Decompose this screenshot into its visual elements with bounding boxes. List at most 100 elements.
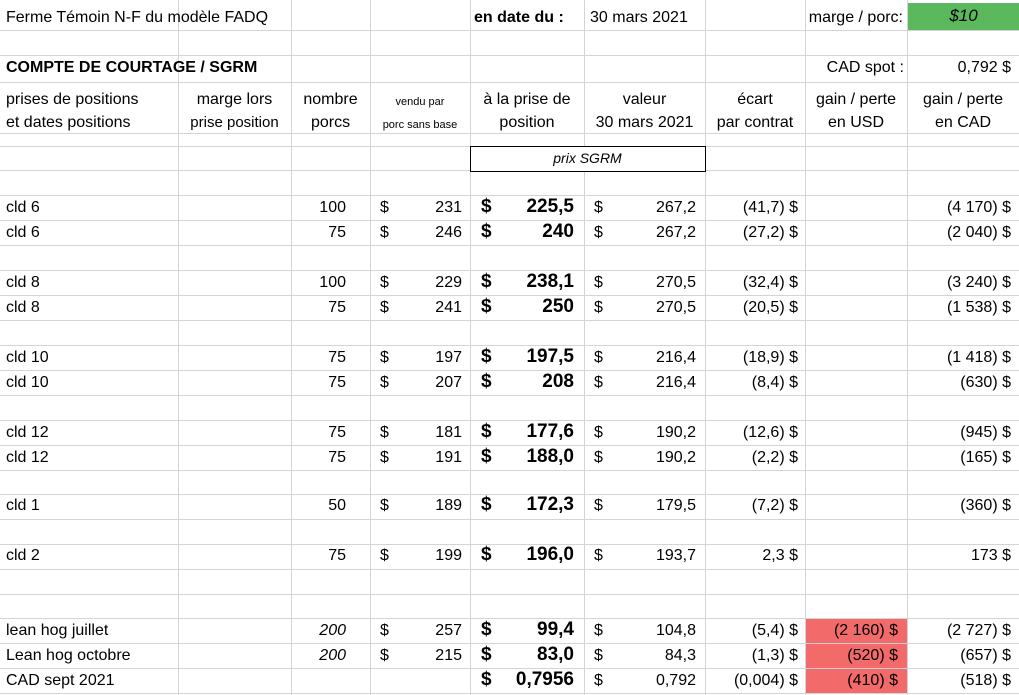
row-vendu: 199 bbox=[435, 547, 462, 564]
row-valeur: 190,2 bbox=[655, 449, 696, 466]
row-vendu: 241 bbox=[435, 299, 462, 316]
row-valeur-currency: $ bbox=[594, 497, 603, 514]
row-valeur: 193,7 bbox=[655, 547, 696, 564]
marge-value: $10 bbox=[949, 6, 978, 25]
row-divider bbox=[0, 30, 1019, 31]
col-header-marge: marge lors bbox=[196, 91, 273, 108]
row-divider bbox=[0, 55, 1019, 56]
row-ecart: (12,6) $ bbox=[742, 424, 798, 441]
col-header-positions-2: et dates positions bbox=[6, 114, 131, 131]
date-value: 30 mars 2021 bbox=[590, 9, 688, 26]
row-valeur: 84,3 bbox=[664, 647, 696, 664]
row-cad: (2 727) $ bbox=[946, 622, 1011, 639]
col-header-ecart: écart bbox=[737, 91, 773, 108]
row-valeur-currency: $ bbox=[594, 374, 603, 391]
row-valeur: 270,5 bbox=[655, 274, 696, 291]
row-valeur: 104,8 bbox=[655, 622, 696, 639]
row-nombre: 75 bbox=[328, 449, 346, 466]
row-prise: 240 bbox=[542, 221, 574, 242]
row-vendu-currency: $ bbox=[380, 547, 389, 564]
row-prise-currency: $ bbox=[481, 446, 492, 467]
row-usd: (2 160) $ bbox=[833, 622, 898, 639]
row-divider bbox=[0, 519, 1019, 520]
row-cad: 173 $ bbox=[970, 547, 1011, 564]
col-header-cad: gain / perte bbox=[922, 91, 1004, 108]
row-valeur: 267,2 bbox=[655, 224, 696, 241]
col-header-usd: gain / perte bbox=[815, 91, 897, 108]
row-vendu: 257 bbox=[435, 622, 462, 639]
row-position-name: cld 10 bbox=[6, 374, 49, 391]
row-prise-currency: $ bbox=[481, 271, 492, 292]
row-prise-currency: $ bbox=[481, 494, 492, 515]
row-nombre: 75 bbox=[328, 299, 346, 316]
row-valeur: 216,4 bbox=[655, 374, 696, 391]
row-position-name: cld 6 bbox=[6, 224, 40, 241]
row-nombre: 75 bbox=[328, 424, 346, 441]
row-valeur-currency: $ bbox=[594, 622, 603, 639]
row-ecart: (41,7) $ bbox=[742, 199, 798, 216]
row-position-name: cld 6 bbox=[6, 199, 40, 216]
row-valeur-currency: $ bbox=[594, 349, 603, 366]
row-valeur-currency: $ bbox=[594, 199, 603, 216]
row-prise-currency: $ bbox=[481, 544, 492, 565]
row-nombre: 100 bbox=[319, 199, 346, 216]
row-nombre: 200 bbox=[319, 622, 346, 639]
col-header-nombre-2: porcs bbox=[310, 114, 351, 131]
col-header-cad-2: en CAD bbox=[934, 114, 992, 131]
row-valeur: 179,5 bbox=[655, 497, 696, 514]
row-valeur-currency: $ bbox=[594, 299, 603, 316]
row-vendu-currency: $ bbox=[380, 199, 389, 216]
row-vendu-currency: $ bbox=[380, 647, 389, 664]
row-vendu-currency: $ bbox=[380, 374, 389, 391]
row-position-name: cld 10 bbox=[6, 349, 49, 366]
row-position-name: Lean hog octobre bbox=[6, 647, 131, 664]
row-prise: 238,1 bbox=[526, 271, 574, 292]
row-position-name: cld 1 bbox=[6, 497, 40, 514]
col-header-prise-2: position bbox=[499, 114, 555, 131]
row-nombre: 75 bbox=[328, 374, 346, 391]
row-vendu-currency: $ bbox=[380, 349, 389, 366]
col-header-positions: prises de positions bbox=[6, 91, 139, 108]
row-nombre: 75 bbox=[328, 349, 346, 366]
row-vendu: 181 bbox=[435, 424, 462, 441]
row-vendu: 207 bbox=[435, 374, 462, 391]
row-nombre: 50 bbox=[328, 497, 346, 514]
row-vendu: 215 bbox=[435, 647, 462, 664]
row-valeur-currency: $ bbox=[594, 274, 603, 291]
row-position-name: cld 12 bbox=[6, 424, 49, 441]
row-vendu-currency: $ bbox=[380, 224, 389, 241]
row-prise-currency: $ bbox=[481, 196, 492, 217]
row-prise: 83,0 bbox=[537, 644, 574, 665]
section-title: COMPTE DE COURTAGE / SGRM bbox=[6, 59, 258, 76]
row-vendu-currency: $ bbox=[380, 449, 389, 466]
sheet-title: Ferme Témoin N-F du modèle FADQ bbox=[6, 9, 269, 26]
row-ecart: (32,4) $ bbox=[742, 274, 798, 291]
row-valeur: 216,4 bbox=[655, 349, 696, 366]
row-prise: 250 bbox=[542, 296, 574, 317]
row-prise: 225,5 bbox=[526, 196, 574, 217]
row-divider bbox=[0, 133, 1019, 134]
row-vendu: 191 bbox=[435, 449, 462, 466]
row-valeur-currency: $ bbox=[594, 424, 603, 441]
row-vendu-currency: $ bbox=[380, 424, 389, 441]
row-divider bbox=[0, 320, 1019, 321]
row-vendu: 197 bbox=[435, 349, 462, 366]
row-valeur-currency: $ bbox=[594, 647, 603, 664]
row-position-name: cld 8 bbox=[6, 299, 40, 316]
row-valeur: 267,2 bbox=[655, 199, 696, 216]
row-prise: 0,7956 bbox=[515, 669, 574, 690]
row-position-name: lean hog juillet bbox=[6, 622, 109, 639]
row-nombre: 100 bbox=[319, 274, 346, 291]
row-valeur-currency: $ bbox=[594, 672, 603, 689]
col-header-vendu-2: porc sans base bbox=[382, 119, 458, 131]
row-nombre: 75 bbox=[328, 547, 346, 564]
row-ecart: (27,2) $ bbox=[742, 224, 798, 241]
row-cad: (4 170) $ bbox=[946, 199, 1011, 216]
row-prise: 172,3 bbox=[526, 494, 574, 515]
row-valeur-currency: $ bbox=[594, 547, 603, 564]
row-nombre: 200 bbox=[319, 647, 346, 664]
row-divider bbox=[0, 220, 1019, 221]
row-divider bbox=[0, 693, 1019, 694]
row-position-name: cld 12 bbox=[6, 449, 49, 466]
row-divider bbox=[0, 445, 1019, 446]
